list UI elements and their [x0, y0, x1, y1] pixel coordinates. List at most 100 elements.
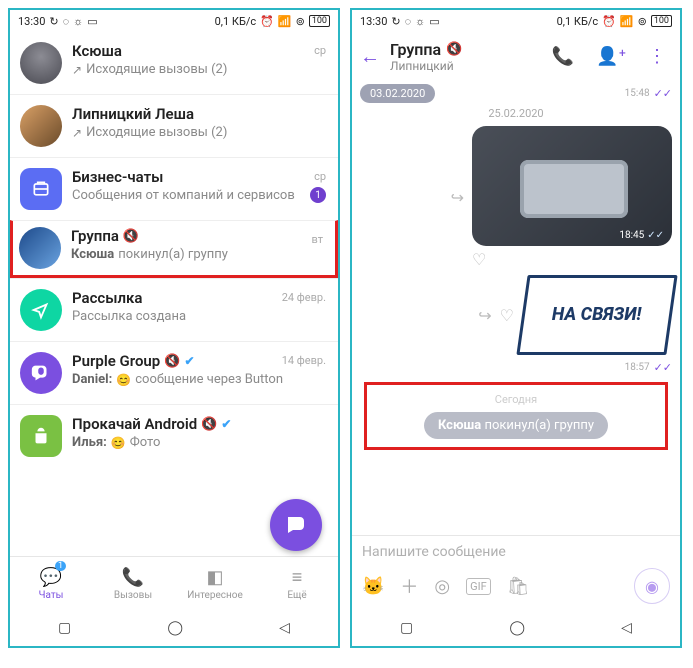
- msg-time: 15:48: [625, 88, 650, 99]
- avatar: [20, 42, 62, 84]
- battery-icon: 100: [309, 15, 330, 27]
- avatar: [20, 352, 62, 394]
- chat-name: Ксюша: [72, 42, 122, 60]
- chat-sub: Фото: [130, 435, 161, 450]
- forward-icon[interactable]: ↪: [478, 306, 491, 325]
- avatar: [20, 289, 62, 331]
- chat-sub: Исходящие вызовы (2): [86, 62, 227, 77]
- tab-calls[interactable]: 📞 Вызовы: [92, 557, 174, 610]
- nav-back-icon[interactable]: ◁: [621, 620, 632, 636]
- chat-row[interactable]: Липницкий Леша ↗Исходящие вызовы (2): [10, 94, 338, 157]
- sticker-message[interactable]: НА СВЯЗИ!: [516, 275, 677, 355]
- system-message-rest: покинул(а) группу: [484, 418, 594, 433]
- status-net: 0,1 КБ/с: [557, 15, 599, 28]
- status-net: 0,1 КБ/с: [215, 15, 257, 28]
- status-time: 13:30: [360, 15, 387, 28]
- delivered-icon: ✓✓: [647, 230, 664, 241]
- chat-row[interactable]: Бизнес-чаты Сообщения от компаний и серв…: [10, 157, 338, 220]
- plus-button[interactable]: ＋: [400, 573, 418, 599]
- emoji-icon: 😊: [111, 436, 126, 450]
- chat-sub: покинул(а) группу: [118, 247, 228, 262]
- msg-time: 18:45: [619, 230, 644, 241]
- mute-icon: 🔇: [446, 42, 462, 57]
- emoji-icon: 😊: [116, 373, 131, 387]
- chat-sub: Сообщения от компаний и сервисов: [72, 188, 295, 203]
- add-member-button[interactable]: 👤⁺: [590, 46, 632, 67]
- system-message: Ксюша покинул(а) группу: [424, 412, 608, 439]
- nav-back-icon[interactable]: ◁: [279, 620, 290, 636]
- sun-icon: ☼: [415, 15, 425, 28]
- unread-badge: 1: [310, 187, 326, 203]
- call-button[interactable]: 📞: [546, 46, 580, 67]
- chat-name: Бизнес-чаты: [72, 168, 163, 186]
- status-bar: 13:30 ↻ ◌ ☼ ▭ 0,1 КБ/с ⏰ 📶 ⊚ 100: [10, 10, 338, 32]
- menu-button[interactable]: ⋮: [642, 46, 672, 67]
- attach-button[interactable]: 🛍: [507, 576, 530, 597]
- signal-icon: 📶: [620, 15, 634, 28]
- nav-home-icon[interactable]: ◯: [509, 620, 525, 636]
- phone-conversation: 13:30 ↻ ◌ ☼ ▭ 0,1 КБ/с ⏰ 📶 ⊚ 100 ← Групп…: [350, 8, 682, 648]
- compose-fab[interactable]: [270, 499, 322, 551]
- system-nav: ▢ ◯ ◁: [10, 610, 338, 646]
- conversation-body[interactable]: 03.02.2020 15:48 ✓✓ 25.02.2020 ↪ 18:45 ✓…: [352, 80, 680, 535]
- chat-sub: Рассылка создана: [72, 309, 186, 324]
- chat-name: Purple Group: [72, 352, 160, 370]
- voice-send-button[interactable]: ◉: [634, 568, 670, 604]
- chat-row[interactable]: Ксюша ↗Исходящие вызовы (2) ср: [10, 32, 338, 94]
- outgoing-call-icon: ↗: [72, 126, 82, 140]
- chat-sub-strong: Daniel:: [72, 372, 112, 387]
- nav-recent-icon[interactable]: ▢: [58, 620, 71, 636]
- explore-icon: ◧: [206, 567, 223, 588]
- sun-icon: ☼: [73, 15, 83, 28]
- tab-label: Интересное: [187, 590, 243, 601]
- tab-label: Ещё: [287, 590, 306, 601]
- nav-recent-icon[interactable]: ▢: [400, 620, 413, 636]
- more-icon: ≡: [292, 567, 303, 588]
- chat-row[interactable]: Purple Group 🔇 ✔ Daniel: 😊 сообщение чер…: [10, 341, 338, 404]
- whatsapp-icon: ◌: [405, 15, 412, 28]
- back-button[interactable]: ←: [360, 44, 380, 69]
- alarm-icon: ⏰: [260, 15, 274, 28]
- forward-icon[interactable]: ↪: [451, 188, 464, 207]
- chat-sub-strong: Илья:: [72, 435, 107, 450]
- date-separator: 25.02.2020: [360, 107, 672, 120]
- conversation-title-area[interactable]: Группа 🔇 Липницкий: [390, 40, 536, 73]
- chat-row[interactable]: Прокачай Android 🔇 ✔ Илья: 😊 Фото: [10, 404, 338, 467]
- system-message-highlighted: Сегодня Ксюша покинул(а) группу: [364, 382, 668, 450]
- chat-meta: 24 февр.: [282, 291, 326, 304]
- msg-time: 18:57: [625, 362, 650, 373]
- date-today: Сегодня: [377, 393, 655, 406]
- calls-icon: 📞: [122, 567, 144, 588]
- chat-row[interactable]: Рассылка Рассылка создана 24 февр.: [10, 278, 338, 341]
- date-pill: 03.02.2020: [360, 84, 435, 103]
- chat-list: Ксюша ↗Исходящие вызовы (2) ср Липницкий…: [10, 32, 338, 556]
- chat-sub-strong: Ксюша: [71, 247, 114, 262]
- cast-icon: ▭: [87, 15, 97, 28]
- mute-icon: 🔇: [164, 354, 180, 369]
- tab-explore[interactable]: ◧ Интересное: [174, 557, 256, 610]
- system-nav: ▢ ◯ ◁: [352, 610, 680, 646]
- chat-row-highlighted[interactable]: Группа 🔇 Ксюша покинул(а) группу вт: [10, 220, 338, 278]
- alarm-icon: ⏰: [602, 15, 616, 28]
- chat-sub: сообщение через Button: [135, 372, 283, 387]
- phone-chat-list: 13:30 ↻ ◌ ☼ ▭ 0,1 КБ/с ⏰ 📶 ⊚ 100 Ксюша ↗…: [8, 8, 340, 648]
- delivered-icon: ✓✓: [654, 87, 672, 100]
- input-tools: 🐱 ＋ ◎ GIF 🛍 ◉: [352, 568, 680, 610]
- chat-name: Прокачай Android: [72, 415, 197, 433]
- whatsapp-icon: ◌: [63, 15, 70, 28]
- tab-chats[interactable]: 💬 1 Чаты: [10, 557, 92, 610]
- camera-button[interactable]: ◎: [434, 576, 450, 597]
- tab-more[interactable]: ≡ Ещё: [256, 557, 338, 610]
- like-icon[interactable]: ♡: [472, 250, 486, 269]
- like-icon[interactable]: ♡: [500, 306, 514, 325]
- message-input[interactable]: Напишите сообщение: [362, 544, 670, 560]
- verified-icon: ✔: [221, 417, 231, 431]
- gif-button[interactable]: GIF: [466, 578, 491, 595]
- conversation-subtitle: Липницкий: [390, 59, 536, 73]
- sticker-button[interactable]: 🐱: [362, 576, 384, 597]
- image-message[interactable]: 18:45 ✓✓: [472, 126, 672, 246]
- cast-icon: ▭: [429, 15, 439, 28]
- nav-home-icon[interactable]: ◯: [167, 620, 183, 636]
- mute-icon: 🔇: [123, 229, 139, 244]
- chat-name: Липницкий Леша: [72, 105, 194, 123]
